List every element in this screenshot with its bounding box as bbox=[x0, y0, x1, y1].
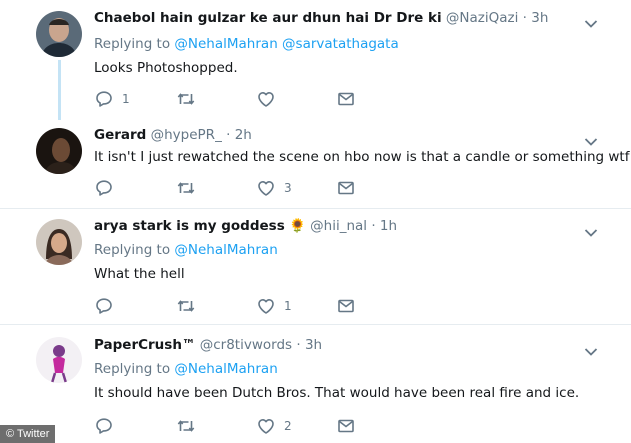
timestamp[interactable]: 1h bbox=[380, 218, 397, 234]
tweet-header: PaperCrush™ @cr8tivwords · 3h bbox=[94, 337, 322, 353]
message-button[interactable] bbox=[336, 296, 356, 316]
reply-button[interactable] bbox=[94, 416, 122, 436]
replying-to: Replying to @NehalMahran @sarvatathagata bbox=[94, 36, 399, 52]
mention-link[interactable]: @NehalMahran bbox=[174, 361, 277, 377]
message-icon bbox=[336, 89, 356, 109]
tweet-text: It should have been Dutch Bros. That wou… bbox=[94, 385, 580, 401]
tweet-text: It isn't I just rewatched the scene on h… bbox=[94, 149, 630, 165]
timestamp[interactable]: 3h bbox=[305, 337, 322, 353]
username[interactable]: @cr8tivwords bbox=[200, 337, 292, 353]
replying-label: Replying to bbox=[94, 242, 171, 258]
like-icon bbox=[256, 89, 276, 109]
chevron-down-icon[interactable] bbox=[584, 14, 598, 24]
display-name[interactable]: PaperCrush™ bbox=[94, 337, 195, 353]
retweet-icon bbox=[176, 178, 196, 198]
reply-count: 1 bbox=[122, 92, 130, 106]
image-credit: © Twitter bbox=[0, 425, 56, 443]
reply-icon bbox=[94, 416, 114, 436]
reply-icon bbox=[94, 89, 114, 109]
display-name[interactable]: Chaebol hain gulzar ke aur dhun hai Dr D… bbox=[94, 10, 442, 26]
message-icon bbox=[336, 178, 356, 198]
like-button[interactable]: 1 bbox=[256, 296, 292, 316]
chevron-down-icon[interactable] bbox=[584, 132, 598, 142]
retweet-button[interactable] bbox=[176, 416, 204, 436]
tweet-header: Gerard @hypePR_ · 2h bbox=[94, 127, 252, 143]
mention-link[interactable]: @NehalMahran bbox=[174, 242, 277, 258]
separator-dot: · bbox=[226, 127, 231, 143]
retweet-button[interactable] bbox=[176, 178, 204, 198]
replying-label: Replying to bbox=[94, 36, 171, 52]
retweet-icon bbox=[176, 416, 196, 436]
reply-button[interactable]: 1 bbox=[94, 89, 130, 109]
replying-to: Replying to @NehalMahran bbox=[94, 361, 278, 377]
replying-label: Replying to bbox=[94, 361, 171, 377]
avatar[interactable] bbox=[36, 337, 82, 383]
tweet-text: What the hell bbox=[94, 266, 185, 282]
chevron-down-icon[interactable] bbox=[584, 223, 598, 233]
like-count: 2 bbox=[284, 419, 292, 433]
message-button[interactable] bbox=[336, 416, 356, 436]
reply-icon bbox=[94, 178, 114, 198]
message-button[interactable] bbox=[336, 89, 356, 109]
like-icon bbox=[256, 296, 276, 316]
mention-link[interactable]: @NehalMahran @sarvatathagata bbox=[174, 36, 398, 52]
display-name[interactable]: arya stark is my goddess bbox=[94, 218, 285, 234]
tweet-header: arya stark is my goddess 🌻 @hii_nal · 1h bbox=[94, 218, 397, 234]
sunflower-emoji: 🌻 bbox=[289, 218, 306, 234]
replying-to: Replying to @NehalMahran bbox=[94, 242, 278, 258]
tweet-text: Looks Photoshopped. bbox=[94, 60, 238, 76]
timestamp[interactable]: 2h bbox=[235, 127, 252, 143]
reply-icon bbox=[94, 296, 114, 316]
avatar[interactable] bbox=[36, 128, 82, 174]
separator-dot: · bbox=[296, 337, 301, 353]
retweet-icon bbox=[176, 89, 196, 109]
like-icon bbox=[256, 416, 276, 436]
tweet-card[interactable]: PaperCrush™ @cr8tivwords · 3h Replying t… bbox=[0, 325, 631, 443]
like-icon bbox=[256, 178, 276, 198]
tweet-card[interactable]: Chaebol hain gulzar ke aur dhun hai Dr D… bbox=[0, 0, 631, 120]
avatar[interactable] bbox=[36, 11, 82, 57]
tweet-header: Chaebol hain gulzar ke aur dhun hai Dr D… bbox=[94, 10, 548, 26]
username[interactable]: @hypePR_ bbox=[151, 127, 222, 143]
message-button[interactable] bbox=[336, 178, 356, 198]
separator-dot: · bbox=[522, 10, 527, 26]
like-count: 1 bbox=[284, 299, 292, 313]
retweet-button[interactable] bbox=[176, 296, 204, 316]
username[interactable]: @hii_nal bbox=[310, 218, 367, 234]
message-icon bbox=[336, 416, 356, 436]
separator-dot: · bbox=[371, 218, 376, 234]
timestamp[interactable]: 3h bbox=[531, 10, 548, 26]
tweet-card[interactable]: arya stark is my goddess 🌻 @hii_nal · 1h… bbox=[0, 209, 631, 324]
thread-line bbox=[58, 60, 61, 120]
username[interactable]: @NaziQazi bbox=[446, 10, 518, 26]
like-button[interactable]: 2 bbox=[256, 416, 292, 436]
retweet-icon bbox=[176, 296, 196, 316]
reply-button[interactable] bbox=[94, 178, 122, 198]
display-name[interactable]: Gerard bbox=[94, 127, 146, 143]
like-button[interactable] bbox=[256, 89, 284, 109]
like-count: 3 bbox=[284, 181, 292, 195]
like-button[interactable]: 3 bbox=[256, 178, 292, 198]
retweet-button[interactable] bbox=[176, 89, 204, 109]
tweet-card[interactable]: Gerard @hypePR_ · 2h It isn't I just rew… bbox=[0, 118, 631, 208]
chevron-down-icon[interactable] bbox=[584, 342, 598, 352]
avatar[interactable] bbox=[36, 219, 82, 265]
reply-button[interactable] bbox=[94, 296, 122, 316]
message-icon bbox=[336, 296, 356, 316]
